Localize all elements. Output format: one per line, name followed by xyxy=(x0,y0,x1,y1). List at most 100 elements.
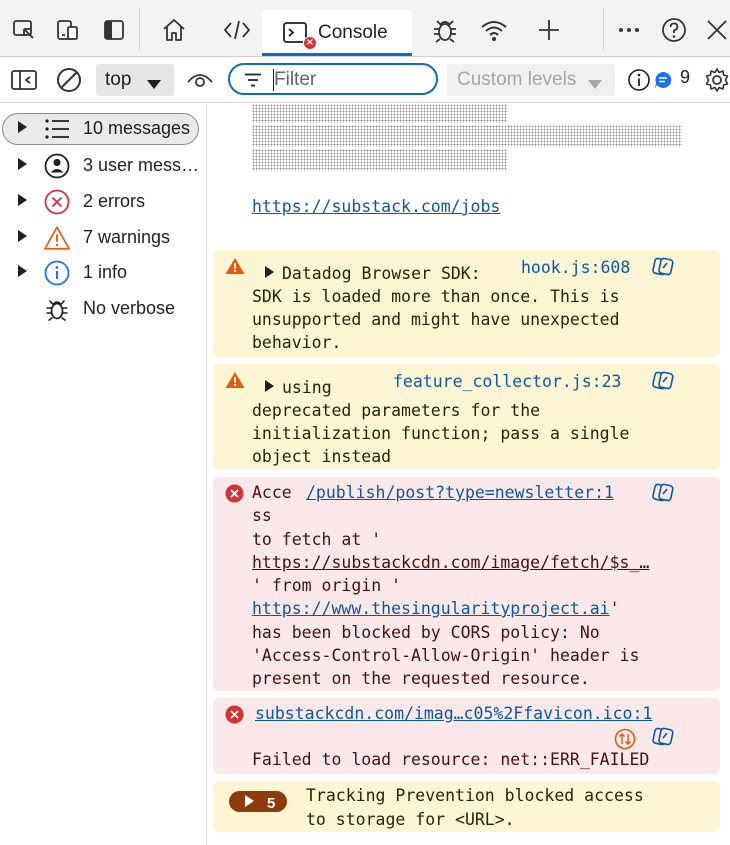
copy-message-icon[interactable] xyxy=(651,482,675,510)
issues-chat-icon[interactable] xyxy=(652,65,674,95)
origin-url-link[interactable]: https://www.thesingularityproject.ai xyxy=(252,599,610,618)
source-link[interactable]: hook.js:608 xyxy=(521,256,630,279)
sidebar-item-label: 2 errors xyxy=(83,191,146,211)
sidebar-item-label: 7 warnings xyxy=(83,227,171,247)
error-circle-icon xyxy=(225,484,244,509)
copy-message-icon[interactable] xyxy=(651,370,675,398)
origin-line: https://www.thesingularityproject.ai' xyxy=(252,597,620,620)
console-warning-message[interactable]: using feature_collector.js:23 deprecated… xyxy=(213,364,720,470)
message-text: Acce xyxy=(252,483,292,502)
close-devtools-icon[interactable] xyxy=(699,12,730,48)
message-text: has been blocked by CORS policy: No xyxy=(252,623,600,642)
inspect-element-icon[interactable] xyxy=(6,12,42,48)
message-text: 'Access-Control-Allow-Origin' header is xyxy=(252,646,640,665)
sidebar-item-user-messages[interactable]: 3 user messages xyxy=(0,148,207,182)
expand-triangle-icon xyxy=(265,380,274,392)
expand-triangle-icon[interactable] xyxy=(18,121,27,133)
more-options-icon[interactable] xyxy=(611,12,647,48)
sidebar-item-label: 10 messages xyxy=(83,118,191,138)
sidebar-item-messages[interactable]: 10 messages xyxy=(0,111,207,145)
execution-context-value: top xyxy=(105,69,132,90)
issues-count[interactable]: 9 xyxy=(680,67,690,88)
device-emulation-icon[interactable] xyxy=(50,12,86,48)
filter-input-box[interactable] xyxy=(228,63,438,95)
console-error-message[interactable]: Acce /publish/post?type=newsletter:1 ss … xyxy=(213,477,720,691)
sidebar-item-label: 1 info xyxy=(83,262,128,282)
error-circle-icon xyxy=(225,705,244,730)
chevron-down-icon xyxy=(146,75,162,94)
network-wifi-icon[interactable] xyxy=(476,12,512,48)
console-sidebar: 10 messages 3 user messages 2 errors 7 w… xyxy=(0,104,207,845)
bug-icon xyxy=(43,295,71,323)
message-text: object instead xyxy=(252,447,392,466)
message-text: Failed to load resource: net::ERR_FAILED xyxy=(252,750,650,769)
more-tools-plus-icon[interactable] xyxy=(531,12,567,48)
execution-context-select[interactable]: top xyxy=(96,64,174,96)
message-text: ' xyxy=(609,599,620,618)
sidebar-item-info[interactable]: 1 info xyxy=(0,255,207,289)
console-message-group[interactable]: 5 Tracking Prevention blocked access to … xyxy=(213,781,720,832)
source-link[interactable]: feature_collector.js:23 xyxy=(393,370,621,393)
message-text: deprecated parameters for the xyxy=(252,401,541,420)
console-error-message[interactable]: substackcdn.com/imag…c05%2Ffavicon.ico:1… xyxy=(213,698,720,774)
sidebar-item-verbose[interactable]: No verbose xyxy=(0,291,207,325)
console-messages: https://substack.com/jobs Datadog Browse… xyxy=(207,104,730,845)
filter-input[interactable] xyxy=(274,68,424,92)
help-icon[interactable] xyxy=(656,12,692,48)
console-warning-message[interactable]: Datadog Browser SDK: hook.js:608 SDK is … xyxy=(213,250,720,357)
warning-triangle-icon xyxy=(225,257,245,281)
issues-info-icon[interactable] xyxy=(624,65,654,95)
console-settings-gear-icon[interactable] xyxy=(702,65,730,95)
message-text: Datadog Browser SDK: xyxy=(282,264,481,283)
message-text: SDK is loaded more than once. This is xyxy=(252,287,620,306)
info-icon xyxy=(43,259,71,287)
sidebar-item-errors[interactable]: 2 errors xyxy=(0,184,207,218)
expand-message-toggle[interactable]: Datadog Browser SDK: xyxy=(265,262,481,285)
jobs-link[interactable]: https://substack.com/jobs xyxy=(252,195,500,218)
sidebar-item-warnings[interactable]: 7 warnings xyxy=(0,220,207,254)
elements-code-icon[interactable] xyxy=(219,12,255,48)
redacted-text-block xyxy=(252,125,682,147)
expand-triangle-icon[interactable] xyxy=(18,230,27,242)
sidebar-item-label: 3 user messages xyxy=(83,155,201,175)
copy-message-icon[interactable] xyxy=(651,726,675,754)
message-text: unsupported and might have unexpected xyxy=(252,310,620,329)
welcome-home-icon[interactable] xyxy=(156,12,192,48)
chevron-down-icon xyxy=(587,75,603,94)
filter-icon xyxy=(244,72,262,91)
repeat-count: 5 xyxy=(267,795,276,812)
user-icon xyxy=(43,152,71,180)
toggle-sidebar-icon[interactable] xyxy=(96,12,132,48)
tab-console[interactable]: × Console xyxy=(262,10,412,56)
sources-bug-icon[interactable] xyxy=(427,12,463,48)
redacted-text-block xyxy=(252,104,507,123)
console-toolbar: top Custom levels 9 xyxy=(0,57,730,103)
active-tab-indicator xyxy=(262,53,412,56)
clear-console-icon[interactable] xyxy=(54,65,84,95)
expand-triangle-icon[interactable] xyxy=(18,265,27,277)
error-icon xyxy=(43,188,71,216)
repeat-count-badge[interactable]: 5 xyxy=(229,791,287,812)
message-text: ss xyxy=(252,506,272,525)
message-text: ' from origin ' xyxy=(252,576,402,595)
message-text: Tracking Prevention blocked access xyxy=(306,786,644,805)
source-link[interactable]: substackcdn.com/imag…c05%2Ffavicon.ico:1 xyxy=(255,702,652,725)
live-expression-eye-icon[interactable] xyxy=(185,65,215,95)
fetch-url-link[interactable]: https://substackcdn.com/image/fetch/$s_… xyxy=(252,551,649,574)
source-link[interactable]: /publish/post?type=newsletter:1 xyxy=(306,481,614,504)
expand-message-toggle[interactable]: using xyxy=(265,376,332,399)
expand-triangle-icon xyxy=(245,795,254,807)
copy-message-icon[interactable] xyxy=(651,256,675,284)
devtools-tab-strip: × Console xyxy=(0,0,730,57)
message-text: present on the requested resource. xyxy=(252,669,590,688)
log-levels-select[interactable]: Custom levels xyxy=(447,64,615,96)
log-levels-value: Custom levels xyxy=(457,69,577,90)
expand-triangle-icon[interactable] xyxy=(18,158,27,170)
warning-icon xyxy=(43,224,71,252)
show-console-sidebar-icon[interactable] xyxy=(9,65,39,95)
message-text: to fetch at ' xyxy=(252,530,382,549)
expand-triangle-icon xyxy=(265,266,274,278)
message-text: initialization function; pass a single xyxy=(252,424,630,443)
list-icon xyxy=(43,115,71,143)
expand-triangle-icon[interactable] xyxy=(18,194,27,206)
